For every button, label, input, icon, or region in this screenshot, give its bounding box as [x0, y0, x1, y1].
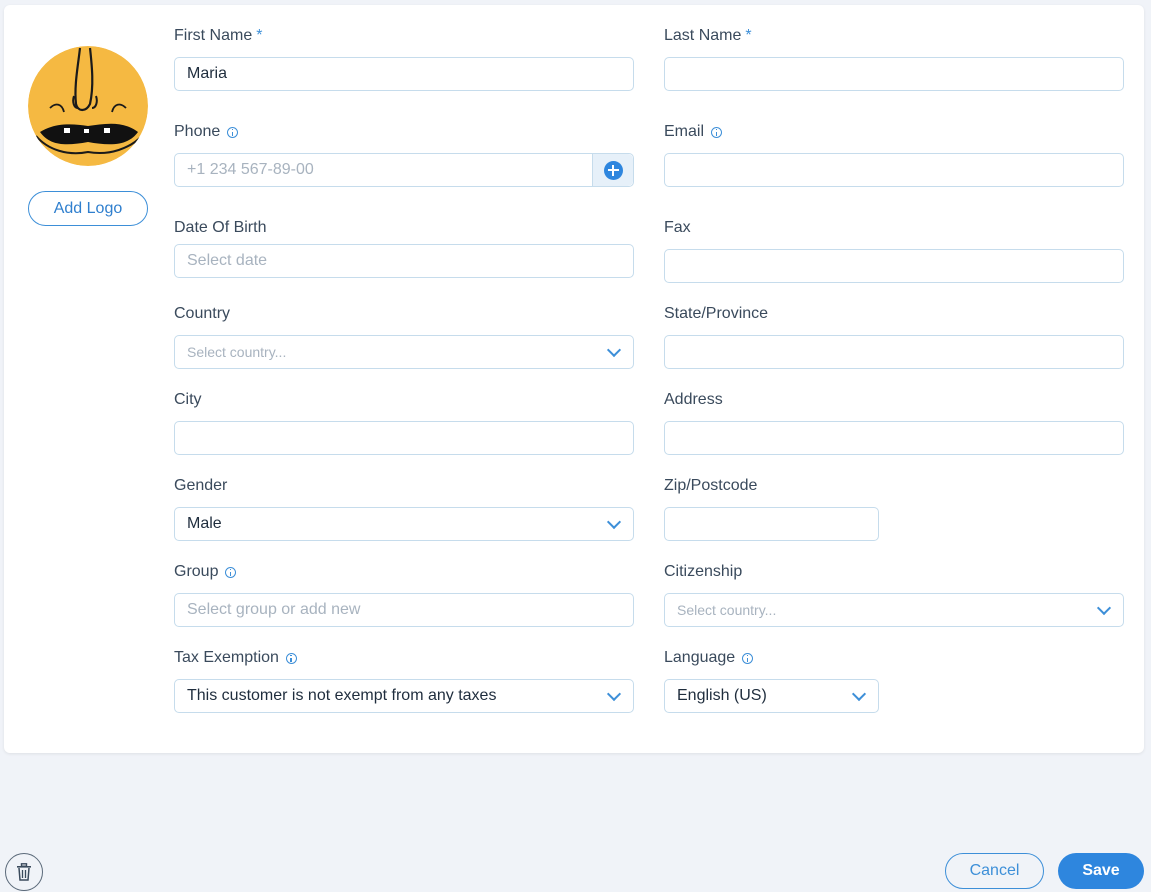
fax-label-text: Fax: [664, 219, 691, 236]
language-label-text: Language: [664, 649, 736, 666]
phone-label: Phone: [174, 122, 239, 142]
save-button[interactable]: Save: [1058, 853, 1144, 889]
language-label: Language: [664, 648, 754, 668]
gender-label: Gender: [174, 476, 227, 496]
date-of-birth-label: Date Of Birth: [174, 218, 266, 238]
chevron-down-icon: [606, 342, 622, 358]
address-label-text: Address: [664, 391, 723, 408]
gender-value: Male: [187, 515, 222, 532]
gender-label-text: Gender: [174, 477, 228, 494]
cancel-button[interactable]: Cancel: [945, 853, 1044, 889]
state-label-text: State/Province: [664, 305, 769, 322]
first-name-label-text: First Name: [174, 27, 253, 44]
chevron-down-icon: [606, 686, 622, 702]
chevron-down-icon: [1096, 600, 1112, 616]
country-label-text: Country: [174, 305, 231, 322]
zip-label: Zip/Postcode: [664, 476, 757, 496]
country-placeholder: Select country...: [187, 344, 287, 360]
required-mark: *: [256, 27, 263, 44]
tax-exemption-label-text: Tax Exemption: [174, 649, 279, 666]
group-label: Group: [174, 562, 237, 582]
first-name-input[interactable]: Maria: [174, 57, 634, 91]
delete-button[interactable]: [5, 853, 43, 891]
info-icon[interactable]: [711, 126, 723, 138]
date-of-birth-label-text: Date Of Birth: [174, 219, 267, 236]
group-placeholder: Select group or add new: [187, 601, 361, 618]
zip-input[interactable]: [664, 507, 879, 541]
state-label: State/Province: [664, 304, 768, 324]
email-label-text: Email: [664, 123, 705, 140]
group-input[interactable]: Select group or add new: [174, 593, 634, 627]
first-name-label: First Name *: [174, 26, 262, 46]
chevron-down-icon: [851, 686, 867, 702]
date-of-birth-placeholder: Select date: [187, 252, 268, 269]
info-icon[interactable]: [285, 652, 297, 664]
avatar: [28, 46, 148, 166]
info-icon[interactable]: [742, 652, 754, 664]
add-logo-button[interactable]: Add Logo: [28, 191, 148, 226]
required-mark: *: [745, 27, 752, 44]
first-name-value: Maria: [187, 65, 228, 82]
avatar-face-image: [28, 46, 148, 166]
date-of-birth-input[interactable]: Select date: [174, 244, 634, 278]
add-phone-button[interactable]: [592, 154, 633, 186]
citizenship-label-text: Citizenship: [664, 563, 743, 580]
group-label-text: Group: [174, 563, 219, 580]
city-label: City: [174, 390, 202, 410]
info-icon[interactable]: [227, 126, 239, 138]
fax-input[interactable]: [664, 249, 1124, 283]
plus-circle-icon: [603, 160, 623, 180]
chevron-down-icon: [606, 514, 622, 530]
city-input[interactable]: [174, 421, 634, 455]
tax-exemption-label: Tax Exemption: [174, 648, 297, 668]
trash-icon: [17, 863, 31, 881]
fax-label: Fax: [664, 218, 691, 238]
country-select[interactable]: Select country...: [174, 335, 634, 369]
phone-label-text: Phone: [174, 123, 221, 140]
city-label-text: City: [174, 391, 202, 408]
citizenship-select[interactable]: Select country...: [664, 593, 1124, 627]
last-name-label: Last Name *: [664, 26, 752, 46]
tax-exemption-select[interactable]: This customer is not exempt from any tax…: [174, 679, 634, 713]
zip-label-text: Zip/Postcode: [664, 477, 758, 494]
last-name-label-text: Last Name: [664, 27, 742, 44]
citizenship-placeholder: Select country...: [677, 602, 777, 618]
tax-exemption-value: This customer is not exempt from any tax…: [187, 687, 497, 704]
customer-form-card: Add Logo First Name * Maria Last Name * Ph…: [4, 5, 1144, 753]
last-name-input[interactable]: [664, 57, 1124, 91]
language-select[interactable]: English (US): [664, 679, 879, 713]
email-input[interactable]: [664, 153, 1124, 187]
phone-input[interactable]: +1 234 567-89-00: [174, 153, 634, 187]
address-input[interactable]: [664, 421, 1124, 455]
email-label: Email: [664, 122, 723, 142]
gender-select[interactable]: Male: [174, 507, 634, 541]
phone-placeholder: +1 234 567-89-00: [187, 161, 314, 178]
address-label: Address: [664, 390, 723, 410]
citizenship-label: Citizenship: [664, 562, 742, 582]
language-value: English (US): [677, 687, 767, 704]
info-icon[interactable]: [225, 566, 237, 578]
state-input[interactable]: [664, 335, 1124, 369]
country-label: Country: [174, 304, 230, 324]
